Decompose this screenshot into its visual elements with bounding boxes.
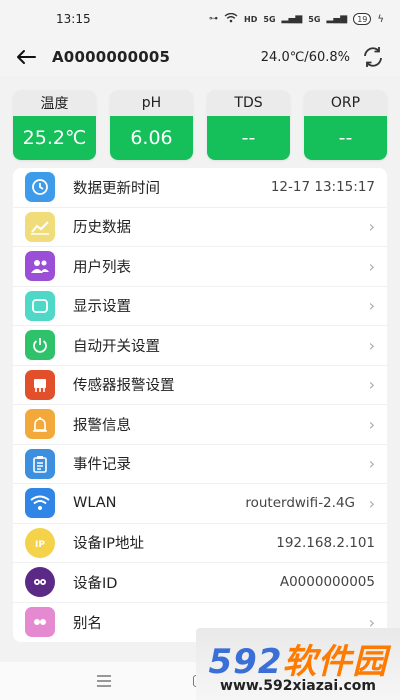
signal-1-icon: 5G (263, 14, 276, 24)
menu-item-auto-switch[interactable]: 自动开关设置 › (13, 326, 387, 366)
signal-bars-1-icon: ▂▄▆ (281, 14, 303, 24)
chevron-right-icon: › (368, 375, 375, 395)
device-title: A0000000005 (52, 48, 171, 66)
menu-item-users[interactable]: 用户列表 › (13, 247, 387, 287)
wifi-icon (25, 488, 55, 519)
sensor-card-orp[interactable]: ORP -- (304, 90, 387, 160)
battery-level: 19 (357, 14, 368, 24)
battery-icon: 19 (353, 13, 372, 25)
env-readout: 24.0℃/60.8% (260, 49, 350, 65)
refresh-icon (364, 47, 382, 67)
sensor-label: TDS (207, 90, 290, 116)
menu-item-label: 历史数据 (73, 220, 131, 237)
menu-item-label: 事件记录 (73, 457, 131, 474)
watermark-url: www.592xiazai.com (220, 678, 376, 694)
sensor-value: 6.06 (110, 116, 193, 160)
chart-icon (25, 211, 55, 242)
signal-bars-2-icon: ▂▄▆ (326, 14, 348, 24)
alarm-icon (25, 409, 55, 440)
menu-item-label: 自动开关设置 (73, 338, 160, 355)
sensor-card-tds[interactable]: TDS -- (207, 90, 290, 160)
sensor-value: -- (304, 116, 387, 160)
display-icon (25, 290, 55, 321)
watermark-brand-text: 软件园 (282, 642, 388, 682)
menu-item-event-log[interactable]: 事件记录 › (13, 445, 387, 484)
sensor-cards: 温度 25.2℃ pH 6.06 TDS -- ORP -- (13, 90, 387, 160)
menu-item-label: 传感器报警设置 (73, 378, 175, 395)
menu-item-label: 用户列表 (73, 259, 131, 276)
arrow-left-icon (17, 50, 36, 64)
signal-2-icon: 5G (308, 14, 321, 24)
chevron-right-icon: › (368, 335, 375, 355)
power-icon (25, 330, 55, 361)
menu-item-value: 192.168.2.101 (276, 534, 375, 551)
menu-item-label: 设备ID (73, 575, 118, 592)
watermark-logo: 592软件园 www.592xiazai.com (196, 628, 400, 700)
menu-item-update-time[interactable]: 数据更新时间 12-17 13:15:17 (13, 168, 387, 208)
sensor-label: 温度 (13, 90, 96, 116)
wifi-status-icon (224, 12, 238, 26)
hd-badge: HD (244, 14, 258, 24)
chevron-right-icon: › (368, 296, 375, 316)
menu-item-history[interactable]: 历史数据 › (13, 208, 387, 247)
sensor-value: -- (207, 116, 290, 160)
status-bar: 13:15 ⊶ HD 5G ▂▄▆ 5G ▂▄▆ 19 ϟ (0, 0, 400, 38)
chevron-right-icon: › (368, 493, 375, 513)
menu-item-value: A0000000005 (279, 574, 375, 591)
menu-item-label: 报警信息 (73, 417, 131, 434)
sensor-value: 25.2℃ (13, 116, 96, 160)
menu-item-value: routerdwifi-2.4G (245, 495, 355, 512)
clipboard-icon (25, 448, 55, 479)
users-icon (25, 251, 55, 282)
app-header: A0000000005 24.0℃/60.8% (0, 38, 400, 76)
status-time: 13:15 (56, 12, 91, 26)
sensor-label: pH (110, 90, 193, 116)
menu-item-sensor-alarm[interactable]: 传感器报警设置 › (13, 366, 387, 405)
back-button[interactable] (14, 45, 38, 69)
menu-item-ip-address[interactable]: IP 设备IP地址 192.168.2.101 (13, 524, 387, 563)
menu-item-display-settings[interactable]: 显示设置 › (13, 287, 387, 326)
sensor-card-temperature[interactable]: 温度 25.2℃ (13, 90, 96, 160)
settings-menu: 数据更新时间 12-17 13:15:17 历史数据 › 用户列表 › 显示设置… (13, 168, 387, 642)
watermark-brand-number: 592 (208, 642, 283, 682)
menu-item-wlan[interactable]: WLAN routerdwifi-2.4G › (13, 484, 387, 524)
charging-icon: ϟ (377, 13, 384, 25)
menu-icon[interactable] (96, 674, 112, 688)
refresh-button[interactable] (360, 44, 386, 70)
menu-item-label: 数据更新时间 (73, 180, 160, 197)
menu-item-value: 12-17 13:15:17 (270, 179, 375, 196)
sensor-label: ORP (304, 90, 387, 116)
menu-item-label: 别名 (73, 615, 102, 632)
svg-text:IP: IP (35, 540, 45, 549)
menu-item-label: WLAN (73, 495, 117, 512)
menu-item-label: 显示设置 (73, 299, 131, 316)
device-id-icon (25, 567, 55, 598)
clock-icon (25, 172, 55, 203)
ip-icon: IP (25, 527, 55, 558)
chevron-right-icon: › (368, 414, 375, 434)
link-icon: ⊶ (209, 14, 219, 24)
chevron-right-icon: › (368, 256, 375, 276)
menu-item-alarm-info[interactable]: 报警信息 › (13, 405, 387, 445)
sensor-card-ph[interactable]: pH 6.06 (110, 90, 193, 160)
alias-icon (25, 607, 55, 638)
watermark-brand: 592软件园 (196, 634, 400, 683)
chevron-right-icon: › (368, 454, 375, 474)
chevron-right-icon: › (368, 217, 375, 237)
menu-item-device-id[interactable]: 设备ID A0000000005 (13, 563, 387, 603)
sensor-icon (25, 369, 55, 400)
status-icons: ⊶ HD 5G ▂▄▆ 5G ▂▄▆ 19 ϟ (209, 12, 384, 26)
menu-item-label: 设备IP地址 (73, 536, 145, 553)
